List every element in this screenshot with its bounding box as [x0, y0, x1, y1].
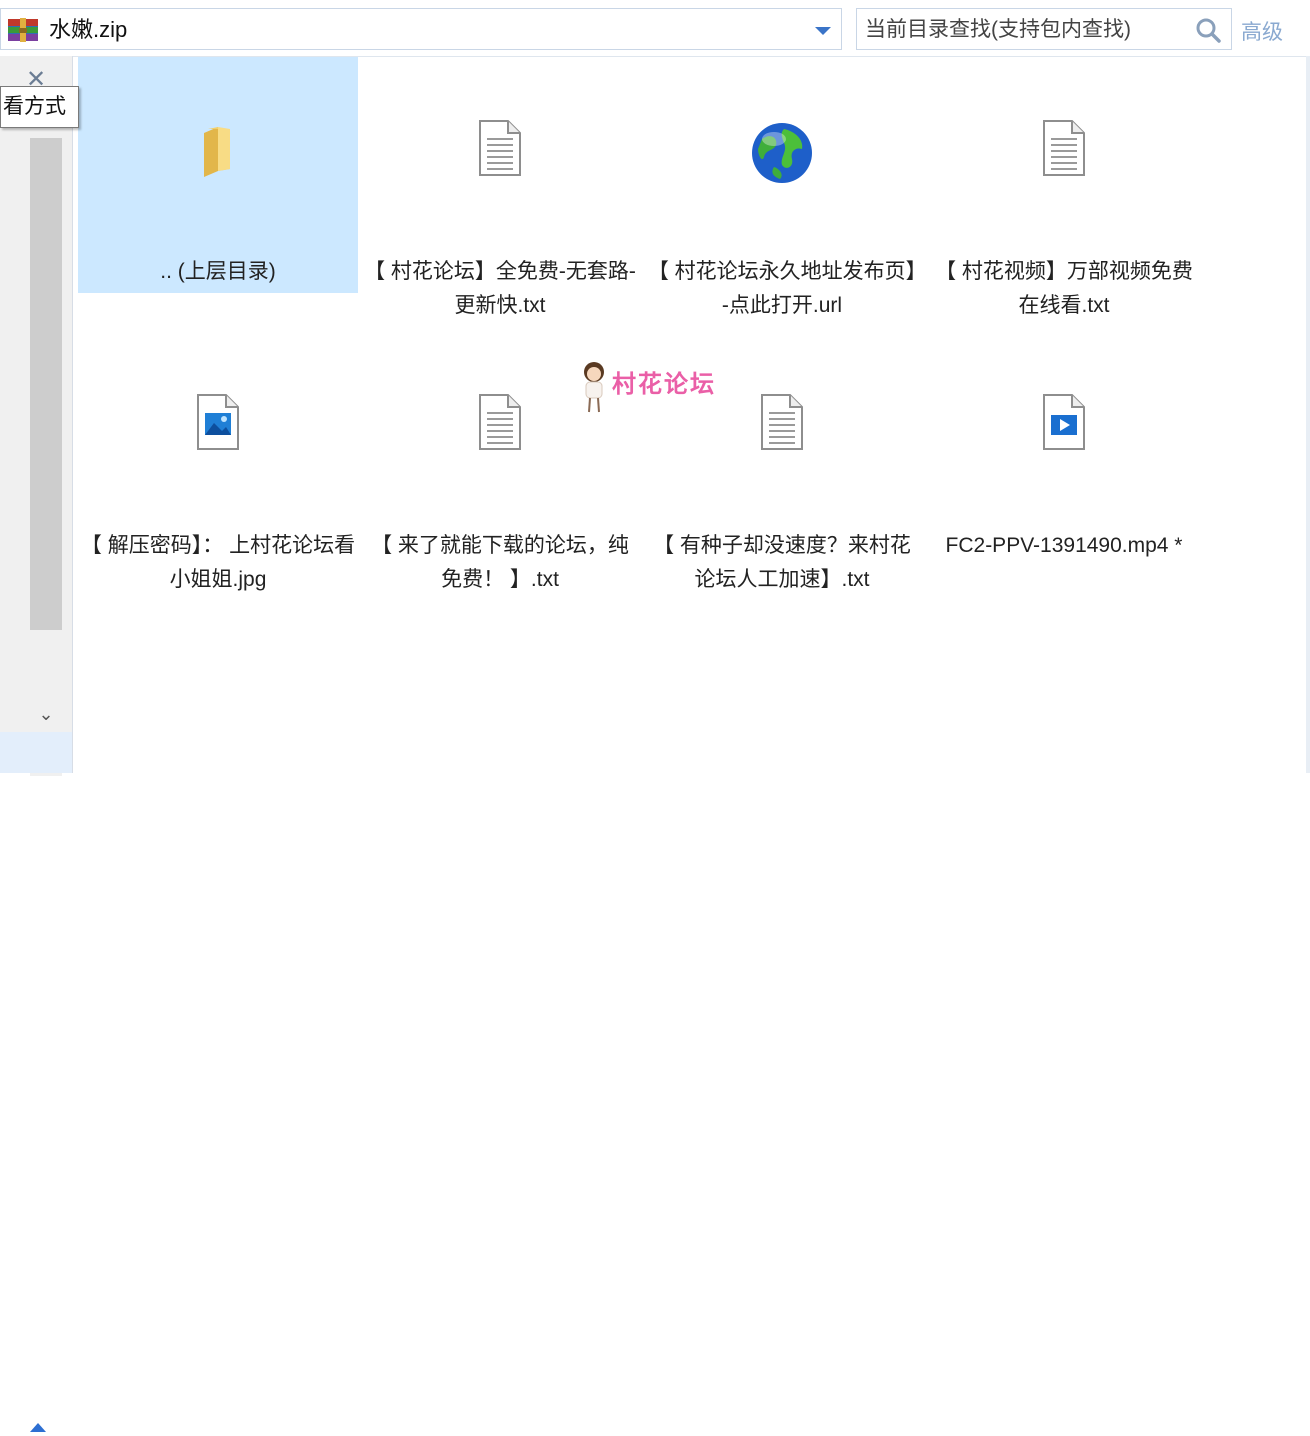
text-file-icon	[479, 120, 521, 176]
text-file-icon	[1043, 120, 1085, 176]
search-box[interactable]	[856, 8, 1232, 50]
file-item-parent-dir[interactable]: .. (上层目录)	[78, 57, 358, 293]
file-label: 【 解压密码】： 上村花论坛看小姐姐.jpg	[80, 534, 356, 591]
file-label: 【 村花论坛】全免费-无套路-更新快.txt	[364, 260, 636, 317]
watermark: 村花论坛	[578, 358, 758, 418]
path-box[interactable]: 水嫩.zip	[0, 8, 842, 50]
file-label: 【 村花视频】万部视频免费在线看.txt	[935, 260, 1193, 317]
chevron-down-icon[interactable]	[807, 15, 837, 45]
watermark-text: 村花论坛	[612, 371, 716, 398]
folder-up-icon	[204, 127, 230, 177]
video-file-icon	[1043, 394, 1085, 450]
file-label: FC2-PPV-1391490.mp4 *	[945, 534, 1183, 557]
file-item[interactable]: 【 村花视频】万部视频免费在线看.txt	[924, 57, 1204, 317]
file-item[interactable]: 【 村花论坛永久地址发布页】-点此打开.url	[642, 57, 922, 317]
text-file-icon	[479, 394, 521, 450]
path-text: 水嫩.zip	[49, 17, 128, 42]
file-item[interactable]: FC2-PPV-1391490.mp4 *	[924, 331, 1204, 567]
advanced-search-link[interactable]: 高级	[1241, 16, 1283, 46]
file-item[interactable]: 【 解压密码】： 上村花论坛看小姐姐.jpg	[78, 331, 358, 591]
scroll-down-icon[interactable]: ⌄	[30, 700, 62, 728]
search-icon[interactable]	[1195, 17, 1221, 43]
view-mode-tooltip: 看方式	[0, 86, 79, 128]
file-grid: .. (上层目录) 【 村花论坛】全免费-无套路-更新快.txt 【 村花论坛永…	[78, 57, 1306, 773]
archive-icon	[8, 18, 38, 42]
file-item[interactable]: 【 村花论坛】全免费-无套路-更新快.txt	[360, 57, 640, 317]
collapse-bar	[0, 732, 72, 1432]
image-file-icon	[197, 394, 239, 450]
search-input[interactable]	[863, 15, 1187, 45]
left-pane: ✕ 看方式 ⌄	[0, 56, 79, 1432]
address-bar: 水嫩.zip 高级	[0, 0, 1310, 57]
right-edge	[1306, 56, 1310, 773]
text-file-icon	[761, 394, 803, 450]
file-label: .. (上层目录)	[160, 260, 276, 283]
file-label: 【 来了就能下载的论坛，纯免费！ 】.txt	[371, 534, 629, 591]
file-label: 【 有种子却没速度？来村花论坛人工加速】.txt	[653, 534, 911, 591]
file-label: 【 村花论坛永久地址发布页】-点此打开.url	[647, 260, 917, 317]
globe-icon	[752, 123, 812, 183]
collapse-up-icon[interactable]	[28, 1420, 48, 1436]
scrollbar-thumb[interactable]	[30, 138, 62, 630]
girl-mascot-icon	[584, 362, 604, 413]
